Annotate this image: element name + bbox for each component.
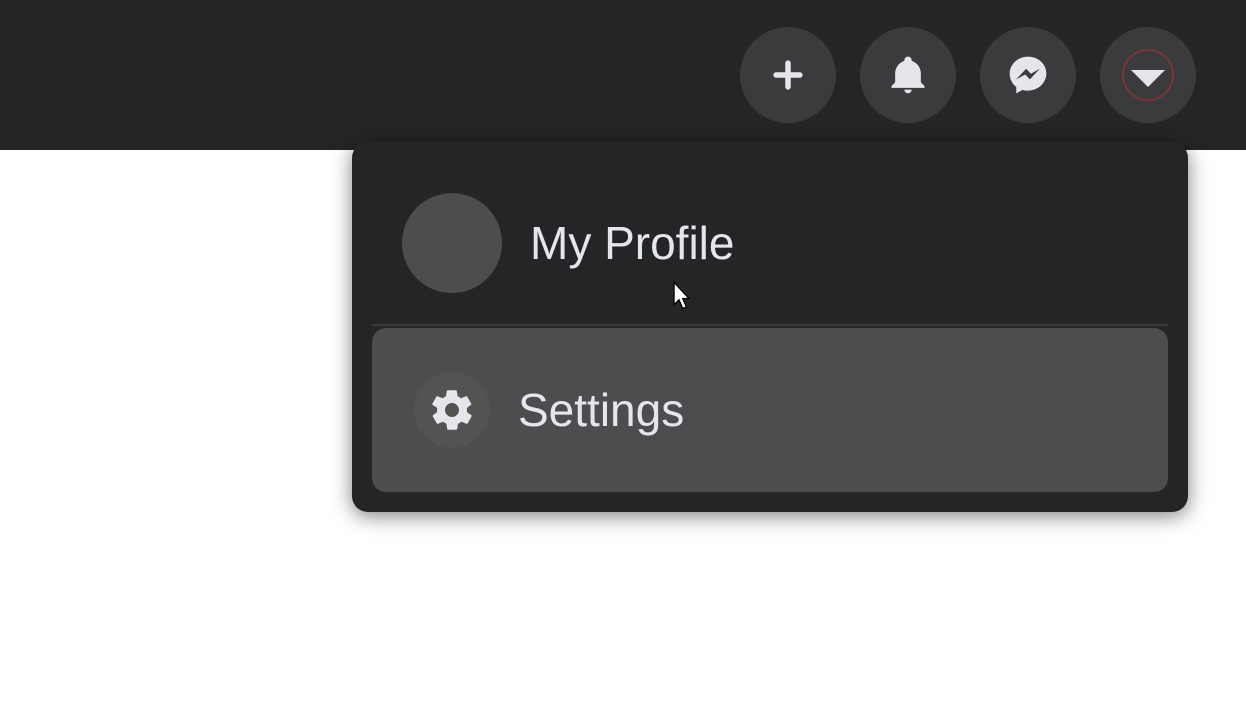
messenger-icon	[1006, 53, 1050, 97]
chevron-down-icon	[1122, 49, 1174, 101]
bell-icon	[886, 53, 930, 97]
profile-label: My Profile	[530, 216, 734, 270]
settings-menu-item[interactable]: Settings	[372, 328, 1168, 492]
notifications-button[interactable]	[860, 27, 956, 123]
profile-menu-item[interactable]: My Profile	[372, 162, 1168, 326]
create-button[interactable]	[740, 27, 836, 123]
gear-icon	[428, 386, 476, 434]
settings-label: Settings	[518, 383, 684, 437]
avatar	[402, 193, 502, 293]
topbar	[0, 0, 1246, 150]
plus-icon	[766, 53, 810, 97]
account-dropdown: My Profile Settings	[352, 142, 1188, 512]
gear-icon-wrap	[414, 372, 490, 448]
messenger-button[interactable]	[980, 27, 1076, 123]
account-button[interactable]	[1100, 27, 1196, 123]
